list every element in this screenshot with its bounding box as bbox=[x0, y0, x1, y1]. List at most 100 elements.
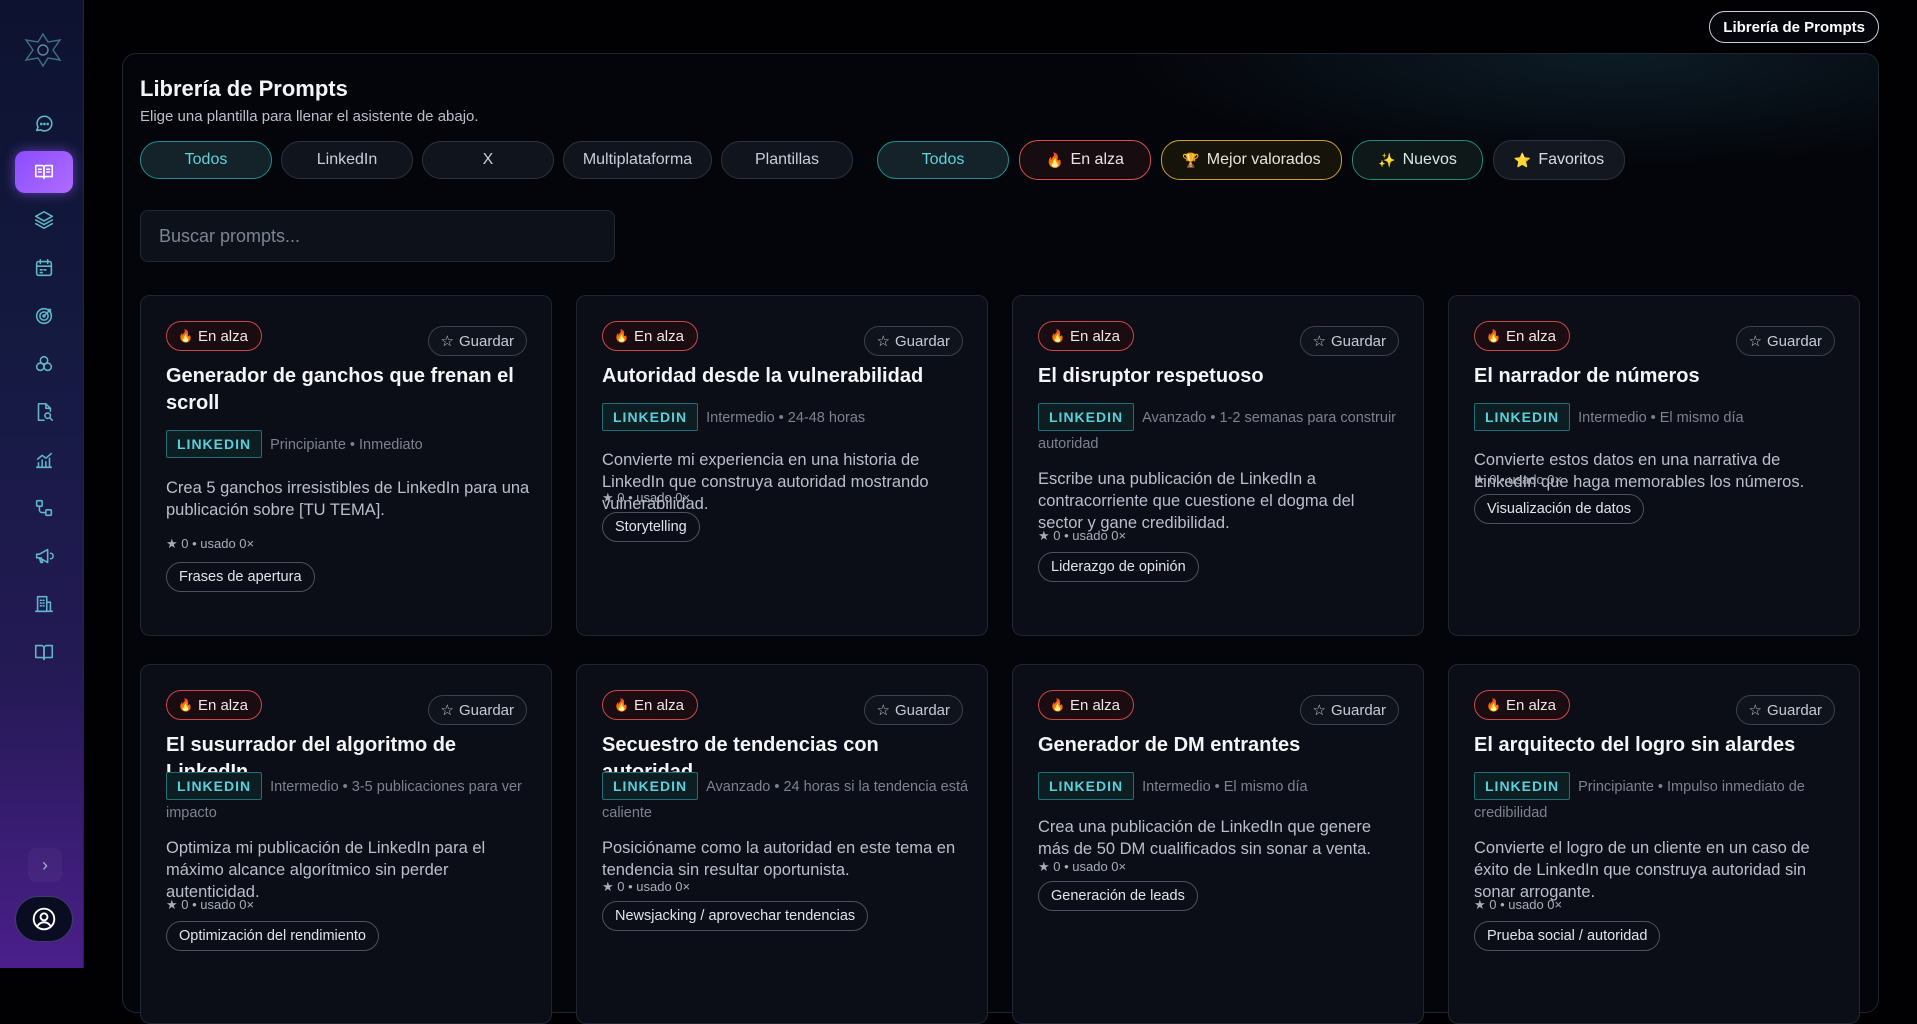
card-stats: ★ 0 • usado 0× bbox=[1038, 859, 1127, 874]
card-description: Crea 5 ganchos irresistibles de LinkedIn… bbox=[166, 479, 530, 519]
filter-sort-new[interactable]: ✨ Nuevos bbox=[1352, 140, 1483, 180]
nav-circles[interactable] bbox=[15, 343, 73, 385]
nav-company[interactable] bbox=[15, 583, 73, 625]
fire-icon: 🔥 bbox=[614, 329, 629, 343]
save-label: Guardar bbox=[1766, 701, 1822, 719]
user-circle-icon bbox=[32, 907, 56, 931]
card-stats: ★ 0 • usado 0× bbox=[602, 879, 691, 894]
logo[interactable] bbox=[20, 30, 66, 70]
fire-icon: 🔥 bbox=[1486, 329, 1501, 343]
card-description: Crea una publicación de LinkedIn que gen… bbox=[1038, 818, 1371, 858]
layers-icon bbox=[34, 210, 54, 230]
star-outline-icon: ☆ bbox=[440, 333, 454, 350]
card-meta: LINKEDIN Intermedio • 3-5 publicaciones p… bbox=[166, 772, 541, 826]
filter-label: Mejor valorados bbox=[1206, 151, 1321, 168]
card-stats: ★ 0 • usado 0× bbox=[166, 897, 255, 912]
filter-label: En alza bbox=[1070, 151, 1124, 168]
category-tag[interactable]: Visualización de datos bbox=[1474, 494, 1645, 524]
sidebar: › bbox=[0, 0, 84, 968]
filter-platform-multi[interactable]: Multiplataforma bbox=[563, 141, 712, 179]
user-avatar-button[interactable] bbox=[15, 896, 73, 942]
prompt-card[interactable]: 🔥 En alza ☆ Guardar El arquitecto del logr… bbox=[1448, 664, 1860, 1024]
prompt-card[interactable]: 🔥 En alza ☆ Guardar El disruptor respetuos… bbox=[1012, 295, 1424, 636]
card-stats: ★ 0 • usado 0× bbox=[602, 490, 691, 505]
save-label: Guardar bbox=[458, 332, 514, 350]
panel-subtitle: Elige una plantilla para llenar el asist… bbox=[140, 108, 479, 125]
fire-icon: 🔥 bbox=[178, 329, 193, 343]
prompt-card[interactable]: 🔥 En alza ☆ Guardar Generador de ganchos q… bbox=[140, 295, 552, 636]
trending-badge: 🔥 En alza bbox=[1038, 690, 1134, 720]
trending-badge: 🔥 En alza bbox=[1474, 690, 1570, 720]
card-description: Posicióname como la autoridad en este te… bbox=[602, 839, 956, 879]
category-tag[interactable]: Generación de leads bbox=[1038, 881, 1198, 911]
nav-layers[interactable] bbox=[15, 199, 73, 241]
category-tag[interactable]: Optimización del rendimiento bbox=[166, 921, 379, 951]
nav-campaigns[interactable] bbox=[15, 535, 73, 577]
prompt-card[interactable]: 🔥 En alza ☆ Guardar Generador de DM entran… bbox=[1012, 664, 1424, 1024]
prompt-card[interactable]: 🔥 En alza ☆ Guardar El narrador de números… bbox=[1448, 295, 1860, 636]
target-icon bbox=[35, 307, 53, 325]
sidebar-expand-button[interactable]: › bbox=[28, 848, 62, 882]
fire-icon: 🔥 bbox=[614, 698, 629, 712]
filter-platform-linkedin[interactable]: LinkedIn bbox=[281, 141, 413, 179]
save-button[interactable]: ☆ Guardar bbox=[1299, 695, 1399, 725]
prompt-library-panel: Librería de Prompts Elige una plantilla … bbox=[122, 53, 1879, 1024]
card-stats: ★ 0 • usado 0× bbox=[166, 536, 255, 551]
circles-icon bbox=[35, 355, 53, 372]
card-meta: LINKEDIN Avanzado • 24 horas si la tenden… bbox=[602, 772, 977, 826]
save-button[interactable]: ☆ Guardar bbox=[863, 695, 963, 725]
chevron-right-icon: › bbox=[42, 854, 48, 875]
trending-badge: 🔥 En alza bbox=[166, 321, 262, 351]
prompt-library-header-button[interactable]: Librería de Prompts bbox=[1709, 11, 1879, 43]
card-meta: LINKEDIN Avanzado • 1-2 semanas para cons… bbox=[1038, 403, 1413, 457]
meta-text: Principiante • Inmediato bbox=[270, 437, 423, 453]
nav-search-file[interactable] bbox=[15, 391, 73, 433]
prompt-card[interactable]: 🔥 En alza ☆ Guardar El susurrador del algo… bbox=[140, 664, 552, 1024]
save-button[interactable]: ☆ Guardar bbox=[1735, 326, 1835, 356]
nav-library[interactable] bbox=[15, 151, 73, 193]
nav-calendar[interactable] bbox=[15, 247, 73, 289]
panel-title: Librería de Prompts bbox=[140, 76, 348, 101]
save-label: Guardar bbox=[894, 332, 950, 350]
search-input[interactable] bbox=[140, 210, 615, 262]
filter-platform-templates[interactable]: Plantillas bbox=[721, 141, 853, 179]
category-tag[interactable]: Frases de apertura bbox=[166, 562, 315, 592]
save-button[interactable]: ☆ Guardar bbox=[427, 326, 527, 356]
filter-sort-all[interactable]: Todos bbox=[877, 141, 1009, 179]
card-title: Generador de ganchos que frenan el scrol… bbox=[166, 365, 514, 414]
flow-icon bbox=[35, 499, 53, 517]
star-outline-icon: ☆ bbox=[876, 702, 890, 719]
prompt-card[interactable]: 🔥 En alza ☆ Guardar Secuestro de tendencia… bbox=[576, 664, 988, 1024]
filter-platform-x[interactable]: X bbox=[422, 141, 554, 179]
badge-label: En alza bbox=[1505, 327, 1556, 345]
save-button[interactable]: ☆ Guardar bbox=[1735, 695, 1835, 725]
meta-text: Intermedio • 24-48 horas bbox=[706, 410, 866, 426]
nav-flow[interactable] bbox=[15, 487, 73, 529]
prompt-card[interactable]: 🔥 En alza ☆ Guardar Autoridad desde la vul… bbox=[576, 295, 988, 636]
category-tag[interactable]: Storytelling bbox=[602, 512, 700, 542]
library-icon bbox=[34, 164, 54, 180]
trending-badge: 🔥 En alza bbox=[166, 690, 262, 720]
save-button[interactable]: ☆ Guardar bbox=[863, 326, 963, 356]
nav-chat[interactable] bbox=[15, 103, 73, 145]
filter-sort-trending[interactable]: 🔥 En alza bbox=[1019, 140, 1151, 180]
card-title: El disruptor respetuoso bbox=[1038, 365, 1264, 387]
save-button[interactable]: ☆ Guardar bbox=[427, 695, 527, 725]
card-meta: LINKEDIN Intermedio • El mismo día bbox=[1038, 772, 1413, 800]
category-tag[interactable]: Newsjacking / aprovechar tendencias bbox=[602, 901, 869, 931]
meta-text: Intermedio • El mismo día bbox=[1578, 410, 1744, 426]
category-tag[interactable]: Liderazgo de opinión bbox=[1038, 552, 1199, 582]
badge-label: En alza bbox=[1069, 327, 1120, 345]
filter-platform-all[interactable]: Todos bbox=[140, 141, 272, 179]
save-button[interactable]: ☆ Guardar bbox=[1299, 326, 1399, 356]
card-description: Optimiza mi publicación de LinkedIn para… bbox=[166, 839, 486, 901]
nav-docs[interactable] bbox=[15, 631, 73, 673]
filter-sort-favorites[interactable]: ⭐ Favoritos bbox=[1493, 140, 1625, 180]
star-outline-icon: ☆ bbox=[876, 333, 890, 350]
search-file-icon bbox=[37, 402, 54, 422]
nav-analytics[interactable] bbox=[15, 439, 73, 481]
category-tag[interactable]: Prueba social / autoridad bbox=[1474, 921, 1661, 951]
platform-tag: LINKEDIN bbox=[166, 772, 263, 800]
nav-target[interactable] bbox=[15, 295, 73, 337]
filter-sort-top-rated[interactable]: 🏆 Mejor valorados bbox=[1161, 140, 1342, 180]
